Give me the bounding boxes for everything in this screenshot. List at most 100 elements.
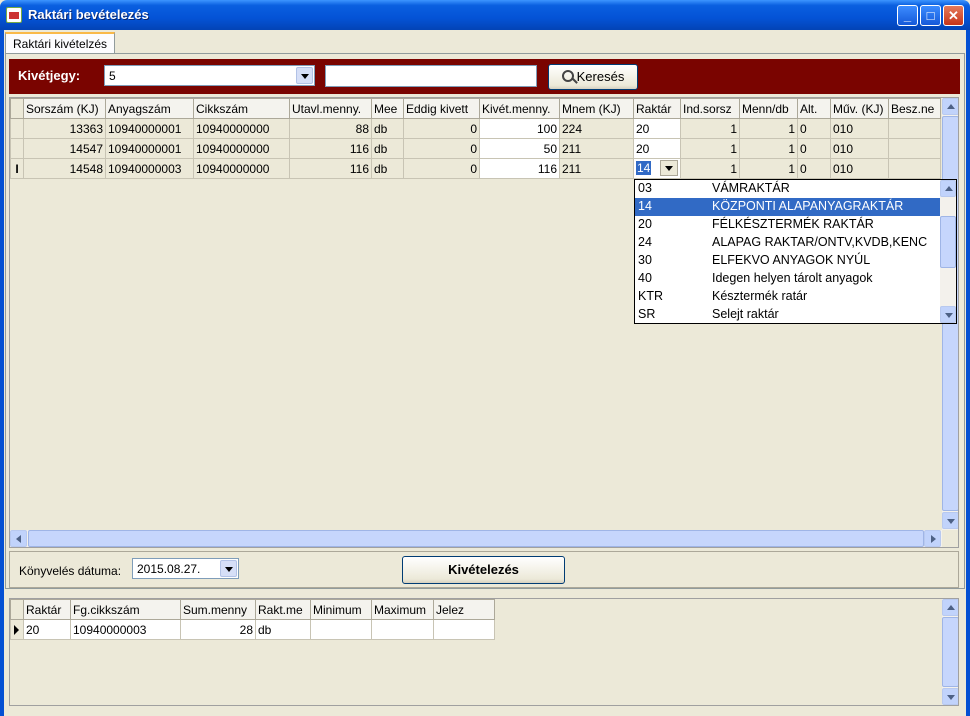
column-header[interactable]: Besz.ne xyxy=(888,98,941,119)
cell-anyagszam[interactable]: 10940000001 xyxy=(105,138,194,159)
column-header[interactable]: Sorszám (KJ) xyxy=(23,98,106,119)
summary-scroll-thumb[interactable] xyxy=(942,617,958,687)
cell-eddig[interactable]: 0 xyxy=(403,158,480,179)
cell-mnem[interactable]: 211 xyxy=(559,138,634,159)
cell-ind[interactable]: 1 xyxy=(680,158,740,179)
cell-utavl[interactable]: 116 xyxy=(289,138,372,159)
scroll-left-button[interactable] xyxy=(10,530,27,547)
kivetelezes-button[interactable]: Kivételezés xyxy=(402,556,565,584)
cell-mnem[interactable]: 211 xyxy=(559,158,634,179)
ticket-combo[interactable]: 5 xyxy=(104,65,315,86)
column-header[interactable]: Mee xyxy=(371,98,404,119)
raktar-dropdown-list[interactable]: 03 VÁMRAKTÁR 14 KÖZPONTI ALAPANYAGRAKTÁR 2… xyxy=(634,179,957,324)
chevron-down-icon[interactable] xyxy=(220,560,237,577)
cell-cikkszam[interactable]: 10940000000 xyxy=(193,138,290,159)
dropdown-scrollbar[interactable] xyxy=(940,180,956,323)
cell-raktar[interactable]: 20 xyxy=(633,138,681,159)
table-row[interactable]: 13363 10940000001 10940000000 88 db 0 10… xyxy=(10,118,941,139)
column-header[interactable]: Mnem (KJ) xyxy=(559,98,634,119)
cell-muv[interactable]: 010 xyxy=(830,138,889,159)
cell-besz[interactable] xyxy=(888,138,941,159)
cell-sorszam[interactable]: 14548 xyxy=(23,158,106,179)
column-header[interactable]: Rakt.me xyxy=(255,599,311,620)
dropdown-item[interactable]: 03 VÁMRAKTÁR xyxy=(635,180,940,198)
raktar-combo[interactable]: 14 xyxy=(634,159,680,178)
scroll-down-button[interactable] xyxy=(940,306,956,323)
column-header[interactable]: Minimum xyxy=(310,599,372,620)
column-header[interactable]: Jelez xyxy=(433,599,495,620)
column-header[interactable]: Műv. (KJ) xyxy=(830,98,889,119)
scroll-down-button[interactable] xyxy=(942,512,958,529)
summary-vertical-scrollbar[interactable] xyxy=(942,599,958,705)
table-row[interactable]: I 14548 10940000003 10940000000 116 db 0… xyxy=(10,158,941,179)
cell-anyagszam[interactable]: 10940000001 xyxy=(105,118,194,139)
cell-fg-cikkszam[interactable]: 10940000003 xyxy=(70,619,181,640)
search-button[interactable]: Keresés xyxy=(548,64,638,90)
table-row[interactable]: 14547 10940000001 10940000000 116 db 0 5… xyxy=(10,138,941,159)
tab-raktari-kivetelzes[interactable]: Raktári kivételzés xyxy=(5,32,116,54)
scroll-up-button[interactable] xyxy=(942,599,958,616)
cell-kivet[interactable]: 116 xyxy=(479,158,560,179)
scroll-down-button[interactable] xyxy=(942,688,958,705)
cell-mnem[interactable]: 224 xyxy=(559,118,634,139)
scroll-up-button[interactable] xyxy=(940,180,956,197)
cell-ind[interactable]: 1 xyxy=(680,118,740,139)
cell-alt[interactable]: 0 xyxy=(797,158,831,179)
cell-eddig[interactable]: 0 xyxy=(403,138,480,159)
cell-jelez[interactable] xyxy=(433,619,495,640)
cell-cikkszam[interactable]: 10940000000 xyxy=(193,158,290,179)
cell-mee[interactable]: db xyxy=(371,118,404,139)
summary-grid[interactable]: Raktár Fg.cikkszám Sum.menny Rakt.me Min… xyxy=(9,598,959,706)
cell-menn[interactable]: 1 xyxy=(739,118,798,139)
cell-alt[interactable]: 0 xyxy=(797,118,831,139)
dropdown-item[interactable]: 24 ALAPAG RAKTAR/ONTV,KVDB,KENC xyxy=(635,234,940,252)
cell-alt[interactable]: 0 xyxy=(797,138,831,159)
cell-rakt-me[interactable]: db xyxy=(255,619,311,640)
minimize-button[interactable]: _ xyxy=(897,5,918,26)
cell-ind[interactable]: 1 xyxy=(680,138,740,159)
horizontal-scrollbar[interactable] xyxy=(10,530,942,547)
cell-sorszam[interactable]: 14547 xyxy=(23,138,106,159)
dropdown-item[interactable]: 30 ELFEKVO ANYAGOK NYÚL xyxy=(635,252,940,270)
cell-utavl[interactable]: 116 xyxy=(289,158,372,179)
column-header[interactable]: Cikkszám xyxy=(193,98,290,119)
cell-muv[interactable]: 010 xyxy=(830,118,889,139)
scroll-up-button[interactable] xyxy=(942,98,958,115)
cell-mee[interactable]: db xyxy=(371,158,404,179)
column-header[interactable]: Maximum xyxy=(371,599,434,620)
column-header[interactable]: Fg.cikkszám xyxy=(70,599,181,620)
hscroll-thumb[interactable] xyxy=(28,530,924,547)
cell-mee[interactable]: db xyxy=(371,138,404,159)
cell-minimum[interactable] xyxy=(310,619,372,640)
column-header[interactable]: Ind.sorsz xyxy=(680,98,740,119)
column-header[interactable]: Raktár xyxy=(633,98,681,119)
cell-kivet[interactable]: 100 xyxy=(479,118,560,139)
cell-utavl[interactable]: 88 xyxy=(289,118,372,139)
chevron-down-icon[interactable] xyxy=(296,67,313,84)
row-selector[interactable]: I xyxy=(10,158,24,179)
dropdown-item[interactable]: SR Selejt raktár xyxy=(635,306,940,323)
row-selector[interactable] xyxy=(10,138,24,159)
cell-eddig[interactable]: 0 xyxy=(403,118,480,139)
chevron-down-icon[interactable] xyxy=(660,160,678,176)
column-header[interactable]: Kivét.menny. xyxy=(479,98,560,119)
dropdown-item-selected[interactable]: 14 KÖZPONTI ALAPANYAGRAKTÁR xyxy=(635,198,940,216)
column-header[interactable]: Sum.menny xyxy=(180,599,256,620)
cell-anyagszam[interactable]: 10940000003 xyxy=(105,158,194,179)
cell-sum-menny[interactable]: 28 xyxy=(180,619,256,640)
cell-kivet[interactable]: 50 xyxy=(479,138,560,159)
column-header[interactable]: Raktár xyxy=(23,599,71,620)
cell-besz[interactable] xyxy=(888,118,941,139)
current-row-arrow-icon[interactable] xyxy=(10,619,24,640)
row-selector[interactable] xyxy=(10,118,24,139)
cell-sorszam[interactable]: 13363 xyxy=(23,118,106,139)
maximize-button[interactable]: □ xyxy=(920,5,941,26)
cell-besz[interactable] xyxy=(888,158,941,179)
scroll-right-button[interactable] xyxy=(924,530,941,547)
dropdown-scroll-thumb[interactable] xyxy=(940,216,956,268)
cell-menn[interactable]: 1 xyxy=(739,158,798,179)
booking-date-picker[interactable]: 2015.08.27. xyxy=(132,558,239,579)
column-header[interactable]: Utavl.menny. xyxy=(289,98,372,119)
column-header[interactable]: Eddig kivett xyxy=(403,98,480,119)
cell-muv[interactable]: 010 xyxy=(830,158,889,179)
